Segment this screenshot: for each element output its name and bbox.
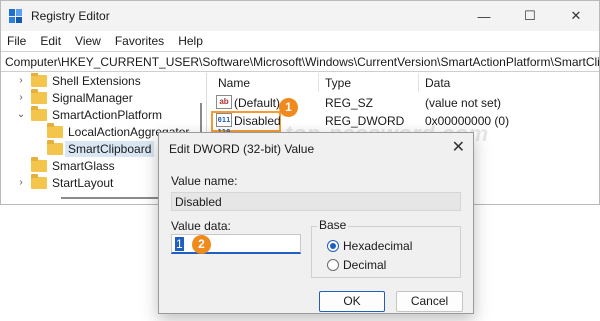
tree-item-label: Shell Extensions bbox=[52, 73, 141, 88]
value-name-label: Value name: bbox=[171, 174, 238, 188]
close-button[interactable]: ✕ bbox=[553, 1, 599, 31]
column-divider[interactable] bbox=[418, 73, 419, 92]
menu-edit[interactable]: Edit bbox=[40, 34, 61, 48]
dialog-close-button[interactable]: ✕ bbox=[452, 137, 465, 157]
tree-item-label: SignalManager bbox=[52, 90, 133, 105]
chevron-down-icon[interactable]: ⌄ bbox=[15, 109, 27, 120]
window-title: Registry Editor bbox=[31, 9, 110, 23]
tree-item-label: SmartClipboard bbox=[65, 140, 155, 157]
base-label: Base bbox=[317, 218, 349, 232]
menu-help[interactable]: Help bbox=[178, 34, 203, 48]
dialog-title: Edit DWORD (32-bit) Value bbox=[169, 142, 315, 156]
folder-icon bbox=[47, 139, 63, 155]
cancel-button[interactable]: Cancel bbox=[396, 291, 463, 312]
folder-icon bbox=[47, 122, 63, 138]
column-header-type[interactable]: Type bbox=[325, 76, 351, 90]
binary-value-icon: 011 110 bbox=[216, 113, 232, 136]
value-name: (Default) bbox=[234, 96, 281, 110]
step-badge-2: 2 bbox=[192, 235, 211, 254]
value-data-input[interactable]: 1 bbox=[171, 234, 301, 254]
column-header-name[interactable]: Name bbox=[218, 76, 250, 90]
window-controls: — ☐ ✕ bbox=[461, 1, 599, 31]
value-name-field: Disabled bbox=[171, 192, 461, 211]
tree-item-label: SmartActionPlatform bbox=[52, 107, 163, 122]
folder-icon bbox=[31, 156, 47, 172]
column-divider[interactable] bbox=[318, 73, 319, 92]
menu-bar: File Edit View Favorites Help bbox=[1, 31, 599, 51]
ok-button[interactable]: OK bbox=[319, 291, 385, 312]
decimal-label[interactable]: Decimal bbox=[343, 258, 386, 272]
maximize-button[interactable]: ☐ bbox=[507, 1, 553, 31]
tree-item-label: StartLayout bbox=[52, 175, 114, 190]
title-bar: Registry Editor — ☐ ✕ bbox=[1, 1, 599, 31]
registry-editor-icon bbox=[9, 9, 23, 23]
value-type: REG_SZ bbox=[325, 96, 374, 110]
tree-item-label: SmartGlass bbox=[52, 158, 115, 173]
hexadecimal-label[interactable]: Hexadecimal bbox=[343, 239, 412, 253]
folder-icon bbox=[31, 73, 47, 87]
menu-file[interactable]: File bbox=[7, 34, 26, 48]
value-row-default[interactable]: ab (Default) REG_SZ (value not set) bbox=[208, 93, 599, 113]
string-value-icon: ab bbox=[216, 95, 232, 109]
menu-view[interactable]: View bbox=[75, 34, 101, 48]
value-data-text: 1 bbox=[175, 237, 184, 251]
menu-favorites[interactable]: Favorites bbox=[115, 34, 164, 48]
value-data: (value not set) bbox=[425, 96, 502, 110]
tree-item-startlayout[interactable]: › StartLayout bbox=[15, 173, 113, 192]
decimal-radio[interactable] bbox=[327, 259, 339, 271]
folder-icon bbox=[31, 173, 47, 189]
value-data-label: Value data: bbox=[171, 219, 231, 233]
chevron-right-icon[interactable]: › bbox=[15, 92, 27, 103]
step-badge-1: 1 bbox=[279, 98, 298, 117]
column-header-data[interactable]: Data bbox=[425, 76, 450, 90]
chevron-right-icon[interactable]: › bbox=[15, 75, 27, 86]
address-bar[interactable]: Computer\HKEY_CURRENT_USER\Software\Micr… bbox=[1, 51, 599, 72]
hexadecimal-radio[interactable] bbox=[327, 240, 339, 252]
chevron-right-icon[interactable]: › bbox=[15, 177, 27, 188]
value-name: Disabled bbox=[234, 114, 281, 128]
folder-icon bbox=[31, 105, 47, 121]
folder-icon bbox=[31, 88, 47, 104]
edit-dword-dialog: Edit DWORD (32-bit) Value ✕ Value name: … bbox=[158, 132, 474, 314]
list-header: Name Type Data bbox=[208, 73, 599, 92]
minimize-button[interactable]: — bbox=[461, 1, 507, 31]
